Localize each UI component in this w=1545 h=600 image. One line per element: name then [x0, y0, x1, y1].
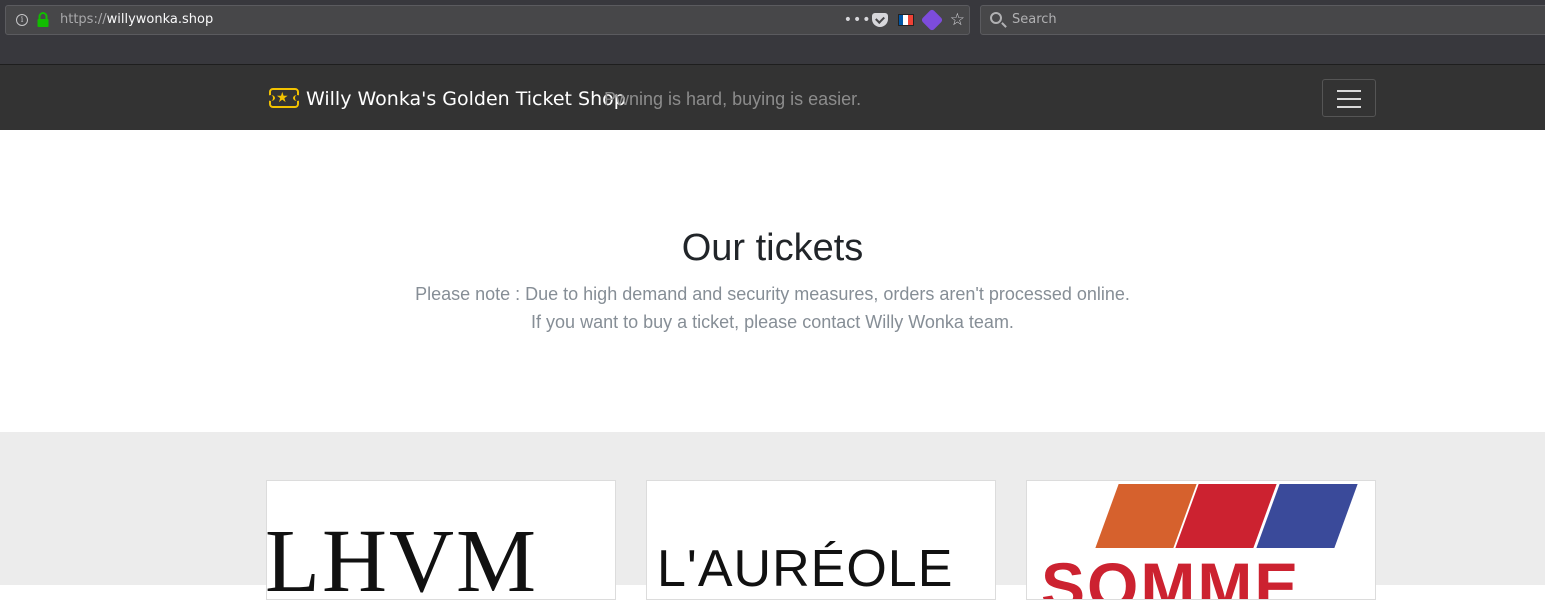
ticket-card[interactable]: LHVM	[266, 480, 616, 600]
ticket-star-icon: ★	[276, 90, 289, 106]
ticket-card[interactable]: SOMME	[1026, 480, 1376, 600]
search-bar[interactable]: Search	[980, 5, 1545, 35]
menu-bar	[1337, 106, 1361, 108]
search-input[interactable]: Search	[1012, 12, 1057, 27]
tickets-section: LHVM L'AURÉOLE SOMME	[0, 432, 1545, 600]
ticket-logo-lhvm: LHVM	[266, 512, 538, 600]
french-flag-icon[interactable]	[897, 14, 914, 26]
info-icon[interactable]: i	[16, 14, 28, 26]
menu-bar	[1337, 98, 1361, 100]
hamburger-menu-icon[interactable]	[1322, 79, 1376, 117]
search-icon	[990, 12, 1002, 24]
flag-red	[908, 15, 913, 25]
ticket-logo-somme: SOMME	[1041, 549, 1301, 600]
hero-section: Our tickets Please note : Due to high de…	[0, 130, 1545, 432]
url-actions: ••• ☆	[844, 8, 965, 32]
ticket-logo-aureole: L'AURÉOLE	[657, 540, 954, 598]
url-scheme: https://	[60, 12, 107, 27]
ticket-card[interactable]: L'AURÉOLE	[646, 480, 996, 600]
brand-tagline: Pwning is hard, buying is easier.	[604, 89, 862, 109]
site-navbar: ★ Willy Wonka's Golden Ticket Shop Pwnin…	[0, 64, 1545, 130]
notice-line-1: Please note : Due to high demand and sec…	[415, 284, 1130, 304]
page-title: Our tickets	[681, 227, 864, 269]
browser-toolbar: i https://willywonka.shop ••• ☆ Search	[0, 0, 1545, 64]
url-host: willywonka.shop	[106, 12, 214, 27]
address-bar[interactable]: i https://willywonka.shop ••• ☆	[5, 5, 970, 35]
url-text[interactable]: https://willywonka.shop	[60, 12, 213, 27]
notice-line-2: If you want to buy a ticket, please cont…	[531, 312, 1014, 332]
menu-bar	[1337, 90, 1361, 92]
lock-icon[interactable]	[36, 12, 50, 28]
pocket-icon[interactable]	[871, 13, 888, 27]
more-actions-icon[interactable]: •••	[844, 12, 871, 28]
brand-title[interactable]: Willy Wonka's Golden Ticket Shop	[306, 88, 626, 110]
extension-icon[interactable]	[920, 8, 944, 32]
bookmark-star-icon[interactable]: ☆	[950, 11, 965, 29]
